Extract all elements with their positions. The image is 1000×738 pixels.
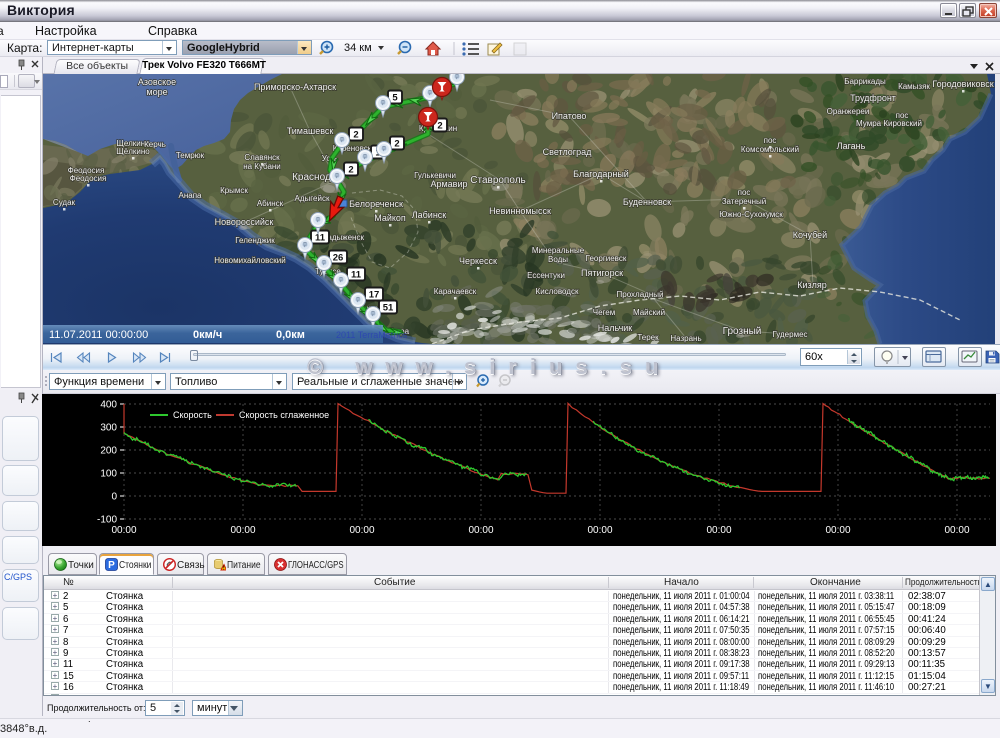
svg-text:Скорость: Скорость [173,410,212,420]
svg-text:Георгиевск: Георгиевск [586,254,627,263]
svg-text:-100: -100 [97,515,117,526]
svg-text:Майский: Майский [633,308,665,317]
svg-text:Тимашевск: Тимашевск [287,126,334,136]
svg-text:Баррикады: Баррикады [844,77,886,86]
svg-text:Славянск: Славянск [244,153,280,162]
svg-text:Южно-Сухокумск: Южно-Сухокумск [719,210,783,219]
svg-text:Армавир: Армавир [430,179,467,189]
svg-text:11.07.2011 00:00:00: 11.07.2011 00:00:00 [49,329,148,341]
svg-text:00:00: 00:00 [111,525,136,536]
svg-text:море: море [146,87,167,97]
svg-text:Лабинск: Лабинск [412,210,447,220]
svg-text:Терек: Терек [637,333,659,342]
svg-text:Гулькевичи: Гулькевичи [414,171,456,180]
svg-text:00:00: 00:00 [706,525,731,536]
svg-text:00:00: 00:00 [587,525,612,536]
svg-text:Лагань: Лагань [837,141,866,151]
svg-text:Приморско-Ахтарск: Приморско-Ахтарск [254,82,336,92]
svg-text:Чегем: Чегем [593,308,615,317]
svg-text:Кисловодск: Кисловодск [536,287,579,296]
svg-text:Кочубей: Кочубей [793,230,827,240]
svg-text:34 км: 34 км [344,42,372,54]
svg-text:Ипатово: Ипатово [552,111,587,121]
svg-text:17: 17 [369,290,380,301]
svg-text:Ставрополь: Ставрополь [470,175,526,186]
svg-text:0: 0 [111,492,117,503]
svg-text:100: 100 [100,469,117,480]
svg-text:11: 11 [315,233,326,244]
svg-text:Мумра Кировский: Мумра Кировский [856,119,922,128]
svg-text:Черкесск: Черкесск [459,256,497,266]
svg-text:Анапа: Анапа [179,191,203,200]
svg-text:Геленджик: Геленджик [235,236,275,245]
svg-text:00:00: 00:00 [468,525,493,536]
svg-text:11: 11 [351,270,362,281]
svg-text:Светлоград: Светлоград [543,147,592,157]
svg-text:Карачаевск: Карачаевск [434,287,477,296]
svg-text:00:00: 00:00 [349,525,374,536]
svg-text:Нальчик: Нальчик [598,323,633,333]
svg-text:P: P [108,560,115,571]
svg-text:Кизляр: Кизляр [797,280,826,290]
svg-text:Камызяк: Камызяк [898,82,930,91]
svg-text:Ессентуки: Ессентуки [527,271,565,280]
svg-text:Абинск: Абинск [257,199,284,208]
svg-text:пос: пос [764,136,777,145]
svg-text:Городовиковск: Городовиковск [932,79,993,89]
svg-text:Крымск: Крымск [220,186,248,195]
svg-text:Майкоп: Майкоп [374,213,406,223]
svg-text:51: 51 [383,303,394,314]
svg-text:Благодарный: Благодарный [573,169,629,179]
svg-text:5: 5 [392,93,398,104]
svg-text:200: 200 [100,446,117,457]
svg-text:400: 400 [100,400,117,411]
svg-text:2: 2 [348,165,353,176]
svg-text:Прохладный: Прохладный [617,290,664,299]
svg-text:Белореченск: Белореченск [349,199,403,209]
svg-text:Грозный: Грозный [723,326,762,337]
svg-text:00:00: 00:00 [230,525,255,536]
svg-text:Новороссийск: Новороссийск [215,217,274,227]
svg-text:00:00: 00:00 [944,525,969,536]
svg-text:Оранжереи: Оранжереи [827,107,870,116]
svg-text:26: 26 [333,253,344,264]
svg-text:Феодосия: Феодосия [70,174,107,183]
svg-text:300: 300 [100,423,117,434]
svg-text:0,0км: 0,0км [276,329,305,341]
svg-text:Трудфронт: Трудфронт [850,93,896,103]
svg-text:Новомихайловский: Новомихайловский [214,256,285,265]
svg-text:Воды: Воды [548,255,568,264]
svg-text:00:00: 00:00 [825,525,850,536]
svg-text:2: 2 [394,139,399,150]
svg-text:пос: пос [738,188,751,197]
svg-text:Керчь: Керчь [144,140,166,149]
svg-text:Гудермес: Гудермес [772,330,807,339]
svg-text:Темрюк: Темрюк [176,151,205,160]
svg-text:0км/ч: 0км/ч [193,329,222,341]
svg-text:Невинномысск: Невинномысск [489,206,551,216]
svg-text:Назрань: Назрань [670,334,701,343]
svg-text:Пятигорск: Пятигорск [581,268,623,278]
svg-text:Азовское: Азовское [138,77,176,87]
svg-text:Адыгейск: Адыгейск [295,194,330,203]
svg-text:Буденновск: Буденновск [623,197,671,207]
svg-text:Скорость сглаженное: Скорость сглаженное [239,410,329,420]
svg-text:Минеральные: Минеральные [532,246,585,255]
svg-text:Затеречный: Затеречный [722,197,767,206]
svg-text:2: 2 [353,130,358,141]
svg-text:2: 2 [437,121,442,132]
svg-text:Судак: Судак [53,198,76,207]
svg-text:2011 TerraMetrics: 2011 TerraMetrics [336,330,408,340]
